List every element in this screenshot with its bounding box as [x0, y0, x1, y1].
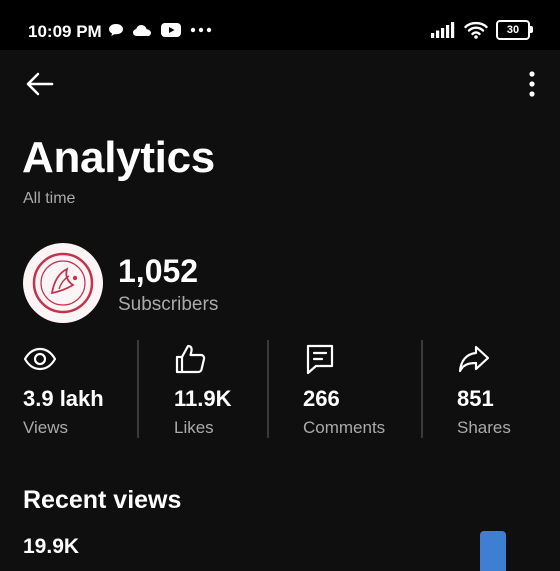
channel-logo	[32, 252, 94, 314]
cloud-icon	[133, 25, 151, 36]
battery-level: 30	[506, 24, 520, 36]
eye-icon	[23, 347, 57, 371]
stat-label: Views	[23, 418, 69, 437]
status-time: 10:09 PM	[28, 22, 102, 41]
arrow-left-icon[interactable]	[24, 68, 56, 100]
subscribers-count: 1,052	[118, 253, 199, 289]
more-vertical-icon[interactable]	[526, 70, 538, 98]
stat-value: 3.9 lakh	[23, 386, 104, 411]
stat-value: 11.9K	[174, 386, 232, 411]
page-title: Analytics	[22, 133, 215, 182]
stats-row: 3.9 lakh Views 11.9K Likes 266 Comments …	[0, 338, 560, 440]
stat-divider	[267, 340, 269, 438]
stat-divider	[421, 340, 423, 438]
comment-icon	[306, 344, 334, 375]
thumbs-up-icon	[175, 344, 206, 374]
stat-divider	[137, 340, 139, 438]
recent-views-bar[interactable]	[480, 531, 506, 571]
stat-value: 851	[457, 386, 494, 411]
channel-avatar[interactable]	[23, 243, 103, 323]
share-icon	[458, 345, 490, 373]
chat-bubble-icon	[109, 24, 123, 36]
more-dots-icon	[190, 27, 212, 33]
stat-value: 266	[303, 386, 340, 411]
wifi-icon	[464, 21, 488, 39]
battery-icon: 30	[496, 20, 533, 40]
stat-label: Shares	[457, 418, 511, 437]
status-notification-icons	[108, 22, 212, 38]
status-bar: 10:09 PM 30	[0, 0, 560, 50]
stat-label: Likes	[174, 418, 214, 437]
stat-label: Comments	[303, 418, 386, 437]
recent-views-value: 19.9K	[23, 535, 80, 558]
subscribers-label: Subscribers	[118, 294, 219, 315]
signal-icon	[431, 22, 455, 38]
page-subtitle: All time	[23, 190, 76, 207]
recent-views-title: Recent views	[23, 486, 182, 514]
youtube-icon	[161, 23, 181, 37]
status-system-icons: 30	[430, 20, 533, 40]
